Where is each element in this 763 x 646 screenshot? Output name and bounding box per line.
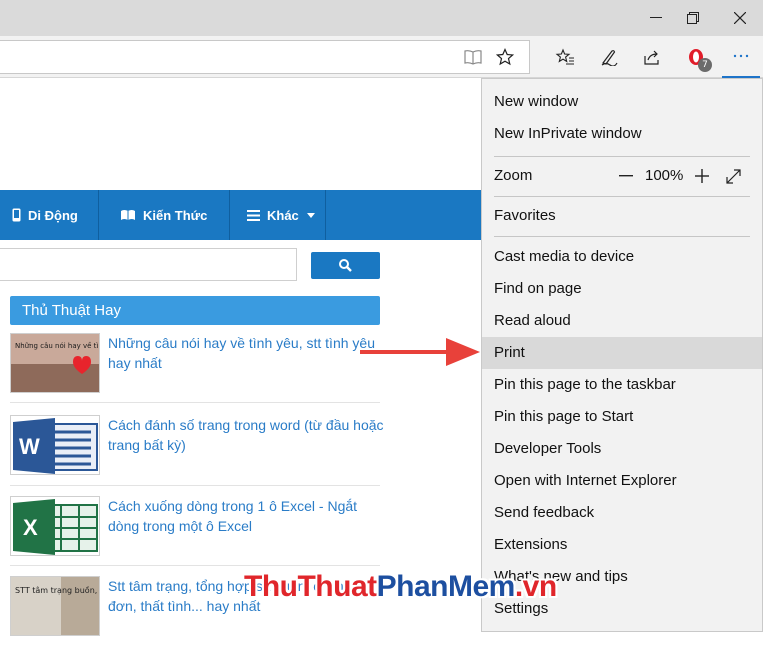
nav-item-khac[interactable]: Khác <box>247 190 322 240</box>
post-thumbnail[interactable]: W <box>10 415 100 475</box>
post-divider <box>10 485 380 486</box>
menu-item-favorites[interactable]: Favorites <box>482 200 762 232</box>
sad-status-thumbnail: STT tâm trạng buồn, chán, cô đơn, thất t… <box>11 577 100 635</box>
watermark: ThuThuatPhanMem.vn <box>244 570 557 604</box>
zoom-label: Zoom <box>494 167 533 184</box>
watermark-part: .vn <box>514 570 557 603</box>
title-bar <box>0 0 763 36</box>
web-note-icon[interactable] <box>591 36 627 78</box>
zoom-value: 100% <box>645 167 684 184</box>
browser-toolbar: 7 <box>0 36 763 78</box>
pointer-arrow <box>360 338 480 366</box>
nav-divider <box>98 190 99 240</box>
post-item[interactable]: Những câu nói hay về tình yêu Những câu … <box>10 333 380 397</box>
opera-extension-icon[interactable]: 7 <box>678 36 714 78</box>
nav-label: Khác <box>267 207 299 223</box>
watermark-part: ThuThuat <box>244 570 377 603</box>
search-icon <box>339 259 352 272</box>
fullscreen-icon <box>726 168 741 184</box>
search-button[interactable] <box>311 252 380 279</box>
nav-label: Kiến Thức <box>143 207 208 223</box>
post-thumbnail[interactable]: X <box>10 496 100 556</box>
favorite-star-icon[interactable] <box>487 36 523 78</box>
reading-view-icon[interactable] <box>455 36 491 78</box>
menu-item-new-inprivate-window[interactable]: New InPrivate window <box>482 118 762 150</box>
minus-icon <box>619 175 633 177</box>
widget-title: Thủ Thuật Hay <box>10 296 380 325</box>
menu-item-read-aloud[interactable]: Read aloud <box>482 305 762 337</box>
nav-divider <box>325 190 326 240</box>
post-divider <box>10 565 380 566</box>
restore-button[interactable] <box>673 0 713 36</box>
menu-item-find-on-page[interactable]: Find on page <box>482 273 762 305</box>
menu-item-new-window[interactable]: New window <box>482 86 762 118</box>
menu-item-developer-tools[interactable]: Developer Tools <box>482 433 762 465</box>
menu-item-extensions[interactable]: Extensions <box>482 529 762 561</box>
word-logo-icon: W <box>11 416 99 474</box>
menu-item-pin-taskbar[interactable]: Pin this page to the taskbar <box>482 369 762 401</box>
menu-item-open-ie[interactable]: Open with Internet Explorer <box>482 465 762 497</box>
favorites-hub-icon[interactable] <box>547 36 583 78</box>
thumb-text: X <box>23 515 38 540</box>
close-button[interactable] <box>720 0 760 36</box>
nav-item-di-dong[interactable]: Di Động <box>12 190 78 240</box>
menu-divider <box>494 236 750 237</box>
zoom-out-button[interactable] <box>619 160 633 192</box>
excel-logo-icon: X <box>11 497 99 555</box>
menu-item-zoom: Zoom 100% <box>482 160 762 192</box>
menu-item-cast-media[interactable]: Cast media to device <box>482 241 762 273</box>
post-thumbnail[interactable]: Những câu nói hay về tình yêu <box>10 333 100 393</box>
thumb-text: STT tâm trạng buồn, chán, cô đơn, thất t… <box>15 585 100 596</box>
post-divider <box>10 402 380 403</box>
love-quote-thumbnail: Những câu nói hay về tình yêu <box>11 334 100 392</box>
site-navbar: Di Động Kiến Thức Khác <box>0 190 482 240</box>
minimize-button[interactable] <box>636 0 676 36</box>
thumb-text: Những câu nói hay về tình yêu <box>15 342 100 350</box>
thumb-text: W <box>19 434 40 459</box>
book-icon <box>121 210 135 220</box>
fullscreen-button[interactable] <box>726 160 741 192</box>
post-title[interactable]: Cách xuống dòng trong 1 ô Excel - Ngắt d… <box>108 496 388 536</box>
nav-divider <box>229 190 230 240</box>
zoom-in-button[interactable] <box>695 160 709 192</box>
search-input[interactable] <box>0 248 297 281</box>
plus-icon <box>695 169 709 183</box>
post-title[interactable]: Cách đánh số trang trong word (từ đầu ho… <box>108 415 388 455</box>
address-bar[interactable] <box>0 40 530 74</box>
post-thumbnail[interactable]: STT tâm trạng buồn, chán, cô đơn, thất t… <box>10 576 100 636</box>
menu-item-send-feedback[interactable]: Send feedback <box>482 497 762 529</box>
watermark-part: PhanMem <box>376 570 516 603</box>
menu-divider <box>494 196 750 197</box>
share-icon[interactable] <box>634 36 670 78</box>
mobile-icon <box>12 208 21 222</box>
nav-item-kien-thuc[interactable]: Kiến Thức <box>120 190 207 240</box>
menu-divider <box>494 156 750 157</box>
post-title[interactable]: Những câu nói hay về tình yêu, stt tình … <box>108 333 388 373</box>
list-icon <box>247 209 260 221</box>
post-item[interactable]: W Cách đánh số trang trong word (từ đầu … <box>10 415 384 479</box>
menu-item-print[interactable]: Print <box>482 337 762 369</box>
post-item[interactable]: X Cách xuống dòng trong 1 ô Excel - Ngắt… <box>10 496 380 560</box>
menu-item-pin-start[interactable]: Pin this page to Start <box>482 401 762 433</box>
caret-down-icon <box>306 212 315 218</box>
settings-menu: New window New InPrivate window Zoom 100… <box>481 78 763 632</box>
more-icon[interactable] <box>722 36 760 78</box>
nav-label: Di Động <box>28 207 78 223</box>
extension-badge: 7 <box>698 58 712 72</box>
